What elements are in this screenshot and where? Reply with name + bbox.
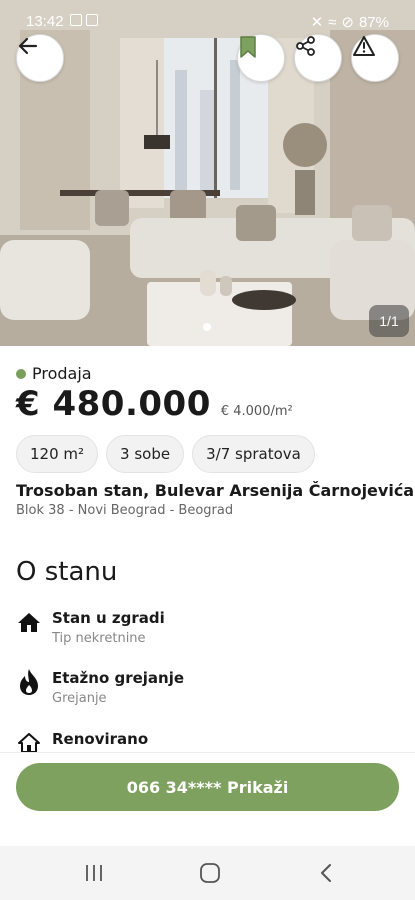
mute-icon: ✕ [310, 14, 324, 31]
status-dot [16, 368, 26, 379]
price-per-sqm: € 4.000/m² [220, 404, 293, 419]
price-row: € 480.000 € 4.000/m² [16, 384, 293, 424]
carousel-dot [203, 323, 211, 331]
back-icon[interactable] [311, 860, 341, 886]
property-chips: 120 m² 3 sobe 3/7 spratova [16, 435, 315, 473]
status-bar: 13:42 ✕ ≈ ⊘ 87% [0, 0, 415, 40]
house-icon [16, 609, 42, 635]
image-icon [70, 14, 82, 26]
back-button[interactable] [16, 34, 64, 82]
wifi-icon: ≈ [328, 13, 337, 31]
feature-label: Grejanje [52, 691, 107, 706]
bottom-bar: 066 34**** Prikaži [0, 752, 415, 846]
bookmark-button[interactable] [237, 34, 285, 82]
report-button[interactable] [351, 34, 399, 82]
battery-level: 87% [358, 13, 389, 31]
share-icon [296, 36, 315, 56]
show-phone-button[interactable]: 066 34**** Prikaži [16, 763, 399, 811]
listing-photo[interactable]: 13:42 ✕ ≈ ⊘ 87% 1/1 [0, 0, 415, 346]
message-icon [86, 14, 98, 26]
chip-rooms: 3 sobe [106, 435, 185, 473]
report-warning-icon [353, 36, 375, 56]
share-button[interactable] [294, 34, 342, 82]
listing-title: Trosoban stan, Bulevar Arsenija Čarnojev… [16, 481, 415, 500]
flame-icon [16, 669, 42, 695]
feature-name: Etažno grejanje [52, 669, 185, 687]
listing-status: Prodaja [16, 364, 92, 383]
feature-name: Stan u zgradi [52, 609, 165, 627]
price: € 480.000 [16, 384, 211, 424]
feature-property-type: Stan u zgradi Tip nekretnine [16, 609, 165, 646]
home-icon[interactable] [195, 860, 225, 886]
feature-name: Renovirano [52, 730, 149, 748]
status-text: Prodaja [32, 364, 92, 383]
chip-area: 120 m² [16, 435, 99, 473]
back-arrow-icon [18, 37, 38, 55]
feature-heating: Etažno grejanje Grejanje [16, 669, 184, 706]
photo-counter: 1/1 [369, 305, 409, 337]
chip-floors: 3/7 spratova [192, 435, 315, 473]
bookmark-icon [240, 36, 256, 58]
recent-apps-icon[interactable] [79, 860, 109, 886]
alarm-icon: ⊘ [341, 14, 354, 31]
section-title: O stanu [16, 557, 118, 587]
clock: 13:42 [26, 13, 64, 30]
listing-location: Blok 38 - Novi Beograd - Beograd [16, 503, 234, 518]
feature-label: Tip nekretnine [52, 631, 146, 646]
system-navbar [0, 846, 415, 900]
